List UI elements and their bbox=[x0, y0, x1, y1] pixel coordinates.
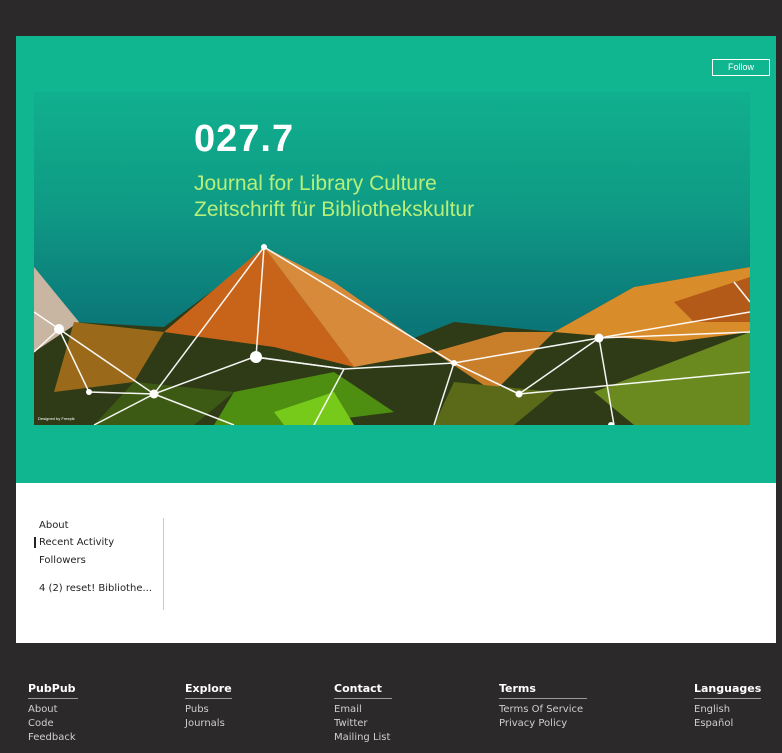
banner-art bbox=[34, 244, 750, 425]
footer-link-terms-of-service[interactable]: Terms Of Service bbox=[499, 703, 587, 717]
banner-subtitle-de: Zeitschrift für Bibliothekskultur bbox=[194, 198, 475, 221]
footer-link-english[interactable]: English bbox=[694, 703, 761, 717]
follow-button[interactable]: Follow bbox=[712, 59, 770, 76]
footer-link-email[interactable]: Email bbox=[334, 703, 392, 717]
footer-link-twitter[interactable]: Twitter bbox=[334, 717, 392, 731]
footer-link-feedback[interactable]: Feedback bbox=[28, 731, 78, 745]
journal-header: Follow 027.7 Journal for Library Culture… bbox=[16, 36, 776, 483]
nav-item-about[interactable]: About bbox=[39, 520, 69, 531]
footer-link-mailing-list[interactable]: Mailing List bbox=[334, 731, 392, 745]
nav-item-pub-link[interactable]: 4 (2) reset! Bibliothe... bbox=[39, 583, 152, 594]
journal-nav: About Recent Activity Followers 4 (2) re… bbox=[34, 518, 164, 610]
footer-link-espanol[interactable]: Español bbox=[694, 717, 761, 731]
nav-item-recent-activity[interactable]: Recent Activity bbox=[34, 537, 114, 548]
footer-heading: Contact bbox=[334, 682, 392, 699]
footer-link-code[interactable]: Code bbox=[28, 717, 78, 731]
page: Follow 027.7 Journal for Library Culture… bbox=[16, 36, 776, 753]
footer-heading: Terms bbox=[499, 682, 587, 699]
window-frame: Follow 027.7 Journal for Library Culture… bbox=[0, 0, 782, 753]
journal-banner: 027.7 Journal for Library Culture Zeitsc… bbox=[34, 92, 750, 425]
footer-col-contact: Contact Email Twitter Mailing List bbox=[334, 679, 392, 745]
footer-link-about[interactable]: About bbox=[28, 703, 78, 717]
footer-heading: PubPub bbox=[28, 682, 78, 699]
footer-col-explore: Explore Pubs Journals bbox=[185, 679, 232, 731]
footer-link-privacy-policy[interactable]: Privacy Policy bbox=[499, 717, 587, 731]
footer-heading: Languages bbox=[694, 682, 762, 699]
footer-col-terms: Terms Terms Of Service Privacy Policy bbox=[499, 679, 587, 731]
banner-credit: Designed by Freepik bbox=[38, 416, 75, 421]
banner-subtitle-en: Journal for Library Culture bbox=[194, 172, 437, 195]
footer-link-journals[interactable]: Journals bbox=[185, 717, 232, 731]
footer-link-pubs[interactable]: Pubs bbox=[185, 703, 232, 717]
footer-col-languages: Languages English Español bbox=[694, 679, 762, 731]
footer-heading: Explore bbox=[185, 682, 232, 699]
footer-col-pubpub: PubPub About Code Feedback bbox=[28, 679, 78, 745]
banner-title: 027.7 bbox=[194, 118, 295, 160]
nav-item-followers[interactable]: Followers bbox=[39, 555, 86, 566]
site-footer: PubPub About Code Feedback Explore Pubs … bbox=[16, 643, 776, 753]
